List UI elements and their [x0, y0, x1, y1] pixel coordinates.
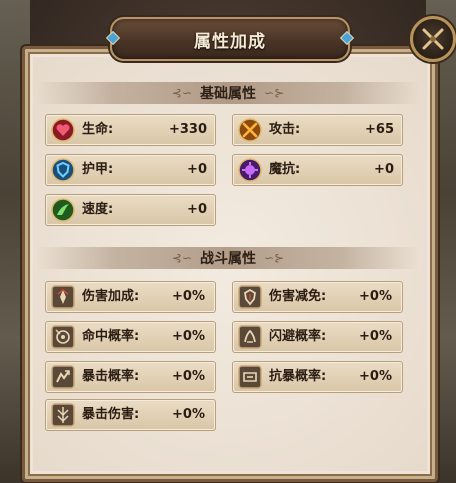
stat-label: 护甲:	[82, 162, 114, 177]
shield-icon	[51, 158, 75, 182]
crit-resist-icon	[238, 365, 262, 389]
stat-hit-rate: 命中概率: +0%	[45, 321, 216, 353]
stat-value: +0%	[359, 329, 392, 344]
ornament-left-icon: ⊰∽	[171, 251, 192, 265]
stat-health: 生命: +330	[45, 114, 216, 146]
gem-right-icon	[339, 30, 355, 46]
stat-attack: 攻击: +65	[232, 114, 403, 146]
stat-label: 魔抗:	[269, 162, 301, 177]
stat-dodge-rate: 闪避概率: +0%	[232, 321, 403, 353]
stat-label: 速度:	[82, 202, 114, 217]
stat-crit-resist: 抗暴概率: +0%	[232, 361, 403, 393]
stat-label: 暴击概率:	[82, 369, 140, 384]
stat-value: +0	[187, 202, 207, 217]
stat-value: +0%	[172, 289, 205, 304]
stat-label: 攻击:	[269, 122, 301, 137]
gem-left-icon	[105, 30, 121, 46]
stat-crit-damage: 暴击伤害: +0%	[45, 399, 216, 431]
panel-title: 属性加成	[194, 31, 266, 52]
stat-value: +0	[187, 162, 207, 177]
stat-value: +0%	[172, 369, 205, 384]
stat-label: 命中概率:	[82, 329, 140, 344]
heart-icon	[51, 118, 75, 142]
stat-label: 生命:	[82, 122, 114, 137]
stat-value: +65	[365, 122, 394, 137]
stat-value: +0%	[172, 329, 205, 344]
section-base-title: 基础属性	[200, 86, 256, 102]
ornament-left-icon: ⊰∽	[171, 86, 192, 100]
crossed-swords-icon	[238, 118, 262, 142]
stat-label: 抗暴概率:	[269, 369, 327, 384]
section-combat-title: 战斗属性	[200, 251, 256, 267]
stat-label: 闪避概率:	[269, 329, 327, 344]
damage-bonus-icon	[51, 285, 75, 309]
stat-value: +330	[168, 122, 207, 137]
wing-icon	[51, 198, 75, 222]
stat-value: +0	[374, 162, 394, 177]
stat-value: +0%	[172, 407, 205, 422]
stat-damage-bonus: 伤害加成: +0%	[45, 281, 216, 313]
stat-label: 伤害加成:	[82, 289, 140, 304]
stat-crit-rate: 暴击概率: +0%	[45, 361, 216, 393]
stat-speed: 速度: +0	[45, 194, 216, 226]
close-icon	[422, 28, 444, 50]
crit-damage-icon	[51, 403, 75, 427]
section-combat-header: ⊰∽ 战斗属性 ∽⊱	[36, 247, 420, 269]
title-plate: 属性加成	[105, 17, 355, 61]
dodge-rate-icon	[238, 325, 262, 349]
ornament-right-icon: ∽⊱	[264, 86, 285, 100]
close-button[interactable]	[410, 16, 456, 62]
stat-value: +0%	[359, 289, 392, 304]
stat-value: +0%	[359, 369, 392, 384]
magic-orb-icon	[238, 158, 262, 182]
hit-rate-icon	[51, 325, 75, 349]
stat-armor: 护甲: +0	[45, 154, 216, 186]
section-base-header: ⊰∽ 基础属性 ∽⊱	[36, 82, 420, 104]
ornament-right-icon: ∽⊱	[264, 251, 285, 265]
stat-magic-resist: 魔抗: +0	[232, 154, 403, 186]
crit-rate-icon	[51, 365, 75, 389]
stat-label: 暴击伤害:	[82, 407, 140, 422]
damage-reduction-icon	[238, 285, 262, 309]
stat-label: 伤害减免:	[269, 289, 327, 304]
stat-damage-reduction: 伤害减免: +0%	[232, 281, 403, 313]
